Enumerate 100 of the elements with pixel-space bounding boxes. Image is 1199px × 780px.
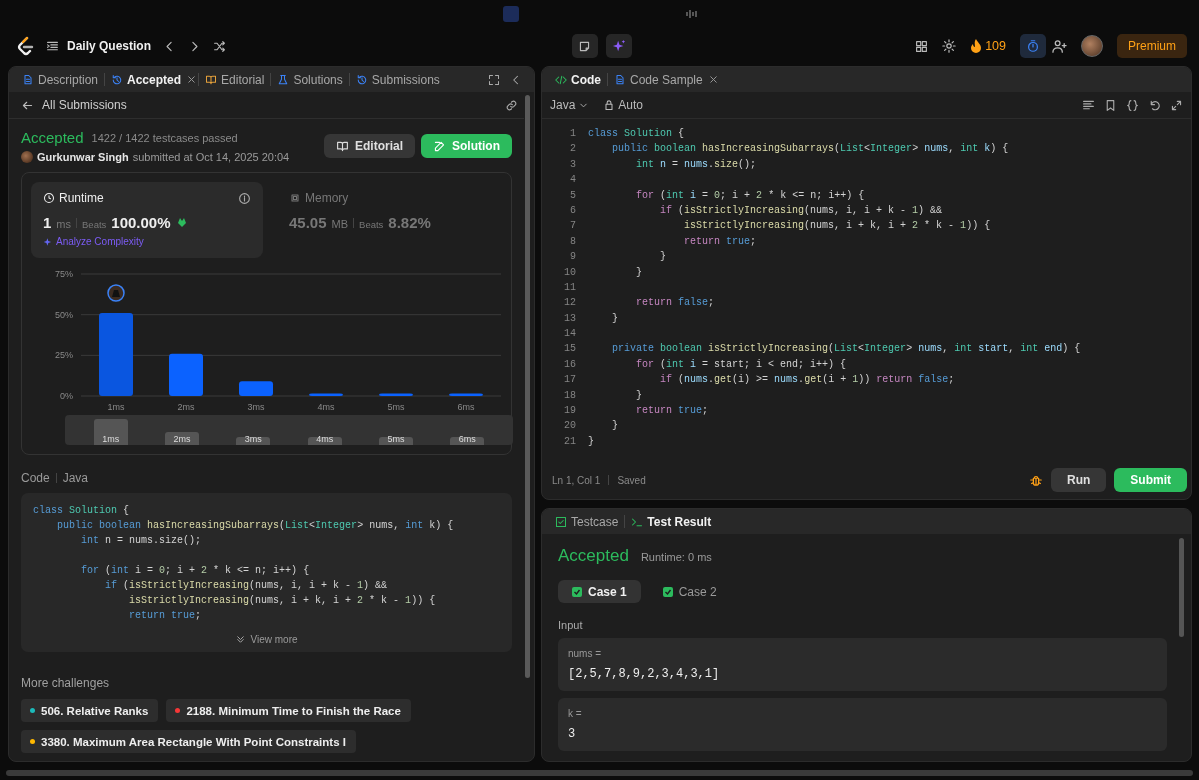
- code-line: public boolean hasIncreasingSubarrays(List<Integer> nums, int k) {: [56, 519, 455, 533]
- author-avatar: [21, 151, 33, 163]
- code-line: }: [635, 265, 643, 280]
- mode-toggle[interactable]: Auto: [603, 98, 644, 112]
- axis-label: 4ms: [317, 402, 335, 412]
- history-icon: [355, 73, 368, 86]
- reset-icon[interactable]: [1148, 98, 1161, 112]
- streak-counter[interactable]: 109: [970, 39, 1006, 53]
- code-line: }: [635, 388, 643, 403]
- fullscreen-icon[interactable]: [1170, 98, 1183, 112]
- bar[interactable]: [169, 353, 203, 396]
- notes-button[interactable]: [571, 34, 598, 58]
- list-icon[interactable]: [46, 39, 59, 53]
- line-number: 6: [569, 203, 576, 218]
- axis-label: 25%: [55, 350, 73, 361]
- language-label: Java: [62, 471, 89, 485]
- challenge-chip[interactable]: 2188. Minimum Time to Finish the Race: [166, 699, 411, 722]
- document-icon: [22, 73, 34, 86]
- info-icon[interactable]: [238, 191, 251, 205]
- case-tab[interactable]: Case 1: [558, 580, 641, 603]
- line-number: 11: [563, 280, 576, 295]
- premium-button[interactable]: Premium: [1117, 34, 1187, 58]
- bar[interactable]: [449, 393, 483, 396]
- ai-button[interactable]: [605, 34, 632, 58]
- link-icon[interactable]: [505, 98, 518, 112]
- axis-label: 0%: [60, 391, 73, 401]
- tab[interactable]: Description: [17, 68, 104, 91]
- code-line: if (isStrictlyIncreasing(nums, i, i + k - 1) &&: [104, 579, 389, 593]
- line-number: 7: [569, 219, 576, 234]
- close-icon[interactable]: [186, 74, 198, 85]
- axis-label: 2ms: [177, 402, 195, 412]
- line-number: 21: [563, 434, 576, 449]
- timer-button[interactable]: [1020, 34, 1046, 58]
- runtime-card[interactable]: Runtime 1 ms Beats 100.00% Analyze Complexity: [31, 182, 263, 258]
- range-label: 6ms: [458, 434, 476, 445]
- bug-icon[interactable]: [1029, 473, 1043, 487]
- tab[interactable]: Editorial: [200, 68, 270, 91]
- stat-unit: ms: [56, 218, 71, 230]
- line-number: 2: [569, 142, 576, 157]
- range-selector[interactable]: 1ms 2ms 3ms 4ms 5ms 6ms: [65, 415, 513, 445]
- axis-label: 3ms: [247, 402, 265, 412]
- axis-label: 5ms: [387, 402, 405, 412]
- code-icon: [555, 73, 567, 86]
- app-icon: [503, 6, 519, 22]
- tab[interactable]: Testcase: [550, 510, 624, 533]
- settings-icon[interactable]: [942, 39, 957, 53]
- range-label: 1ms: [102, 434, 120, 445]
- memory-card[interactable]: Memory 45.05 MB Beats 8.82%: [277, 182, 502, 258]
- code-line: class Solution {: [588, 127, 686, 141]
- line-number: 5: [569, 188, 576, 203]
- grid-icon[interactable]: [915, 39, 929, 53]
- challenge-chip[interactable]: 3380. Maximum Area Rectangle With Point Constraints I: [21, 730, 356, 753]
- sparkle-icon: [43, 236, 53, 247]
- line-number: 15: [563, 342, 576, 357]
- editorial-button[interactable]: Editorial: [324, 134, 415, 158]
- format-icon[interactable]: [1082, 98, 1095, 112]
- close-icon[interactable]: [707, 74, 719, 85]
- code-line: return true;: [635, 404, 710, 419]
- code-line: }: [611, 311, 619, 326]
- scrollbar[interactable]: [6, 770, 1193, 776]
- code-line: class Solution {: [33, 504, 131, 518]
- scrollbar[interactable]: [1179, 538, 1184, 637]
- view-more-button[interactable]: View more: [33, 633, 500, 646]
- language-dropdown[interactable]: Java: [550, 98, 590, 112]
- flame-icon: [970, 39, 983, 53]
- tab[interactable]: Code Sample: [609, 68, 708, 91]
- shuffle-icon[interactable]: [213, 39, 227, 53]
- tab[interactable]: Test Result: [626, 510, 717, 533]
- line-number: 1: [569, 127, 576, 141]
- braces-icon[interactable]: [1126, 98, 1139, 112]
- bar[interactable]: [379, 393, 413, 396]
- tab[interactable]: Submissions: [350, 68, 445, 91]
- code-line: isStrictlyIncreasing(nums, i + k, i + 2 * k - 1)) {: [128, 594, 437, 608]
- fullscreen-icon[interactable]: [488, 73, 500, 86]
- sparkle-icon: [611, 39, 626, 53]
- logo-icon[interactable]: [16, 36, 34, 56]
- bookmark-icon[interactable]: [1104, 98, 1117, 112]
- line-number: 13: [563, 311, 576, 326]
- run-button[interactable]: Run: [1051, 468, 1107, 492]
- problem-list-title[interactable]: Daily Question: [67, 39, 152, 53]
- lock-icon: [603, 99, 616, 111]
- axis-label: 1ms: [107, 402, 125, 412]
- avatar[interactable]: [1081, 35, 1103, 57]
- history-icon: [111, 73, 124, 86]
- scrollbar[interactable]: [525, 95, 530, 679]
- code-line: private boolean isStrictlyIncreasing(List<Integer> nums, int start, int end) {: [611, 342, 1081, 357]
- bar[interactable]: [309, 393, 343, 396]
- challenge-chip[interactable]: 506. Relative Ranks: [21, 699, 159, 722]
- tab[interactable]: Code: [550, 68, 606, 91]
- beats-value: 8.82%: [388, 214, 431, 231]
- axis-label: 75%: [55, 269, 73, 279]
- axis-label: 6ms: [457, 402, 475, 412]
- range-label: 3ms: [244, 434, 262, 445]
- submitted-text: submitted at Oct 14, 2025 20:04: [132, 151, 290, 163]
- back-link[interactable]: All Submissions: [42, 98, 127, 112]
- case-tab[interactable]: Case 2: [648, 580, 731, 603]
- tab[interactable]: Solutions: [272, 68, 348, 91]
- add-user-icon[interactable]: [1052, 38, 1067, 54]
- author-name[interactable]: Gurkunwar Singh: [37, 151, 129, 163]
- tab[interactable]: Accepted: [106, 68, 187, 91]
